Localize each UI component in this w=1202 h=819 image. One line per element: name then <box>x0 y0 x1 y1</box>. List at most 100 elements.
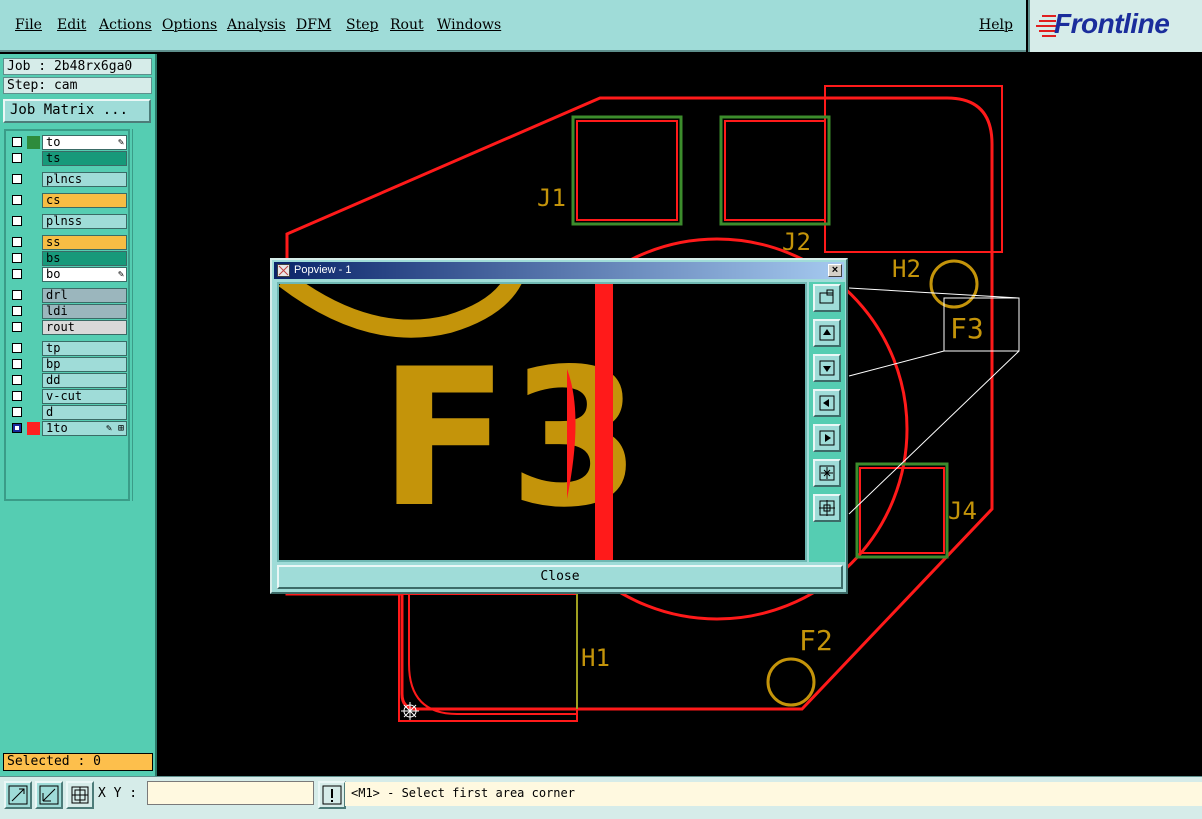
layer-checkbox[interactable] <box>12 359 22 369</box>
layer-row[interactable]: d <box>8 405 128 420</box>
xy-input[interactable] <box>147 781 314 805</box>
layer-row[interactable]: ts <box>8 151 128 166</box>
layer-color-swatch[interactable] <box>27 374 40 387</box>
layer-checkbox[interactable] <box>12 375 22 385</box>
layer-row[interactable]: plncs <box>8 172 128 187</box>
pan-up-button[interactable] <box>813 319 841 347</box>
layer-color-swatch[interactable] <box>27 215 40 228</box>
layer-row[interactable]: ss <box>8 235 128 250</box>
menu-step[interactable]: Step <box>346 17 378 33</box>
menu-file[interactable]: File <box>15 17 42 33</box>
layer-checkbox[interactable] <box>12 174 22 184</box>
layer-row[interactable]: cs <box>8 193 128 208</box>
zoom-out-button[interactable] <box>813 494 841 522</box>
layer-row[interactable]: ldi <box>8 304 128 319</box>
job-matrix-button[interactable]: Job Matrix ... <box>3 99 151 123</box>
layer-color-swatch[interactable] <box>27 390 40 403</box>
pan-left-button[interactable] <box>813 389 841 417</box>
layer-checkbox[interactable] <box>12 322 22 332</box>
layer-row[interactable]: dd <box>8 373 128 388</box>
layer-name[interactable]: tp <box>42 341 127 356</box>
layer-checkbox[interactable] <box>12 306 22 316</box>
pan-down-button[interactable] <box>813 354 841 382</box>
layer-checkbox[interactable] <box>12 343 22 353</box>
layer-color-swatch[interactable] <box>27 342 40 355</box>
popview-toolbar <box>809 282 845 562</box>
layer-name[interactable]: bo ✎ <box>42 267 127 282</box>
layer-color-swatch[interactable] <box>27 152 40 165</box>
zoom-fit-button[interactable] <box>813 284 841 312</box>
layer-color-swatch[interactable] <box>27 321 40 334</box>
select-arrow-icon <box>8 785 28 805</box>
layer-checkbox[interactable] <box>12 407 22 417</box>
layer-checkbox[interactable] <box>12 237 22 247</box>
menu-windows[interactable]: Windows <box>437 17 501 33</box>
layer-color-swatch[interactable] <box>27 289 40 302</box>
layer-checkbox[interactable] <box>12 216 22 226</box>
menu-rout[interactable]: Rout <box>390 17 424 33</box>
layer-color-swatch[interactable] <box>27 268 40 281</box>
layer-name[interactable]: ldi <box>42 304 127 319</box>
layer-row[interactable]: to ✎ <box>8 135 128 150</box>
layer-checkbox[interactable] <box>12 137 22 147</box>
layer-row[interactable]: v-cut <box>8 389 128 404</box>
bottom-bar: X Y : <M1> - Select first area corner <box>0 776 1202 819</box>
layer-name[interactable]: ss <box>42 235 127 250</box>
layer-row[interactable]: drl <box>8 288 128 303</box>
layer-color-swatch[interactable] <box>27 173 40 186</box>
menu-analysis[interactable]: Analysis <box>227 17 286 33</box>
popview-close-button[interactable]: Close <box>277 565 843 589</box>
select-tool-button[interactable] <box>4 781 32 809</box>
layer-row[interactable]: bo ✎ <box>8 267 128 282</box>
menu-actions[interactable]: Actions <box>99 17 152 33</box>
layer-checkbox[interactable] <box>12 423 22 433</box>
layer-color-swatch[interactable] <box>27 194 40 207</box>
layer-row[interactable]: bs <box>8 251 128 266</box>
layer-color-swatch[interactable] <box>27 305 40 318</box>
grid-tool-button[interactable] <box>66 781 94 809</box>
layer-name[interactable]: drl <box>42 288 127 303</box>
layer-name[interactable]: rout <box>42 320 127 335</box>
layer-name[interactable]: d <box>42 405 127 420</box>
layer-row[interactable]: plnss <box>8 214 128 229</box>
layer-name[interactable]: bp <box>42 357 127 372</box>
pan-right-button[interactable] <box>813 424 841 452</box>
layer-color-swatch[interactable] <box>27 422 40 435</box>
menu-help[interactable]: Help <box>979 17 1013 33</box>
layer-color-swatch[interactable] <box>27 358 40 371</box>
zoom-in-button[interactable] <box>813 459 841 487</box>
layer-name[interactable]: bs <box>42 251 127 266</box>
layer-checkbox[interactable] <box>12 153 22 163</box>
layer-name[interactable]: plncs <box>42 172 127 187</box>
measure-tool-button[interactable] <box>35 781 63 809</box>
layer-name[interactable]: 1to ✎ ⊞ <box>42 421 127 436</box>
layer-list-scrollbar[interactable] <box>132 129 153 501</box>
layer-name[interactable]: v-cut <box>42 389 127 404</box>
layer-row[interactable]: 1to ✎ ⊞ <box>8 421 128 436</box>
layer-color-swatch[interactable] <box>27 406 40 419</box>
layer-checkbox[interactable] <box>12 253 22 263</box>
layer-name[interactable]: dd <box>42 373 127 388</box>
label-j1: J1 <box>537 184 566 212</box>
layer-name[interactable]: ts <box>42 151 127 166</box>
layer-color-swatch[interactable] <box>27 136 40 149</box>
menu-edit[interactable]: Edit <box>57 17 86 33</box>
layer-color-swatch[interactable] <box>27 236 40 249</box>
layer-checkbox[interactable] <box>12 195 22 205</box>
layer-name[interactable]: to ✎ <box>42 135 127 150</box>
menu-dfm[interactable]: DFM <box>296 17 331 33</box>
menu-options[interactable]: Options <box>162 17 217 33</box>
layer-color-swatch[interactable] <box>27 252 40 265</box>
layer-checkbox[interactable] <box>12 391 22 401</box>
close-icon[interactable]: × <box>828 264 842 277</box>
layer-row[interactable]: rout <box>8 320 128 335</box>
alert-button[interactable] <box>318 781 346 809</box>
layer-checkbox[interactable] <box>12 269 22 279</box>
layer-row[interactable]: bp <box>8 357 128 372</box>
layer-name[interactable]: cs <box>42 193 127 208</box>
popview-canvas[interactable]: F3 <box>277 282 807 562</box>
layer-checkbox[interactable] <box>12 290 22 300</box>
popview-titlebar[interactable]: Popview - 1 × <box>274 262 844 279</box>
layer-row[interactable]: tp <box>8 341 128 356</box>
layer-name[interactable]: plnss <box>42 214 127 229</box>
